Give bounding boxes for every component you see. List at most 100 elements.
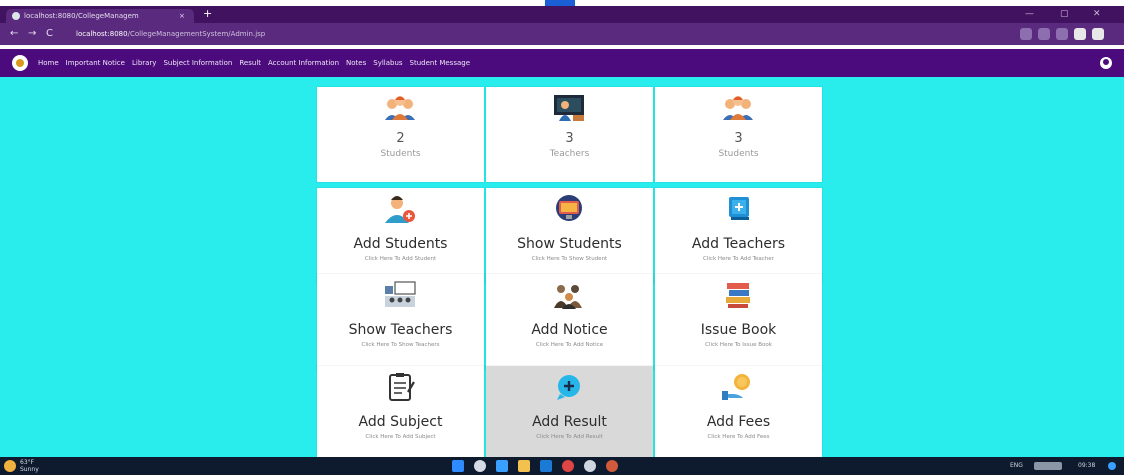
- app-icon[interactable]: [606, 460, 618, 472]
- card-hint: Click Here To Add Fees: [707, 434, 770, 440]
- weather-widget[interactable]: 63°F Sunny: [20, 459, 39, 473]
- card-title: Add Fees: [706, 414, 771, 430]
- card-hint: Click Here To Add Subject: [365, 434, 436, 440]
- close-window-button[interactable]: ✕: [1093, 6, 1101, 22]
- url-host: localhost:8080: [76, 30, 128, 38]
- user-avatar-icon[interactable]: [1100, 57, 1112, 69]
- add-subject-card[interactable]: Add Subject Click Here To Add Subject: [317, 366, 484, 461]
- stat-label: Teachers: [549, 149, 590, 159]
- address-bar: ← → C localhost:8080/CollegeManagementSy…: [0, 23, 1124, 45]
- card-hint: Click Here To Show Teachers: [361, 342, 440, 348]
- tab-title: localhost:8080/CollegeManagem: [24, 12, 139, 20]
- notice-icon: [554, 285, 582, 309]
- card-hint: Click Here To Add Result: [536, 434, 603, 440]
- back-icon[interactable]: ←: [10, 27, 18, 41]
- browser-titlebar: localhost:8080/CollegeManagem × + — ▢ ✕: [0, 6, 1124, 23]
- nav-subject-information[interactable]: Subject Information: [163, 49, 232, 77]
- nav-result[interactable]: Result: [239, 49, 261, 77]
- card-title: Show Students: [517, 236, 622, 252]
- nav-account-information[interactable]: Account Information: [268, 49, 339, 77]
- reload-icon[interactable]: C: [46, 27, 53, 41]
- card-title: Add Notice: [531, 322, 608, 338]
- weather-temp: 63°F: [20, 459, 35, 466]
- card-hint: Click Here To Add Student: [364, 256, 437, 262]
- teacher-icon: [554, 95, 584, 121]
- extension-icon[interactable]: [1074, 28, 1086, 40]
- stat-card-students[interactable]: 2 Students: [317, 87, 484, 182]
- clipboard-icon: [389, 373, 415, 401]
- card-title: Add Students: [353, 236, 448, 252]
- stat-label: Students: [380, 149, 421, 159]
- tab-close-icon[interactable]: ×: [179, 9, 185, 23]
- stat-value: 2: [396, 131, 405, 146]
- nav-notes[interactable]: Notes: [346, 49, 366, 77]
- forward-icon[interactable]: →: [28, 27, 36, 41]
- logo-icon[interactable]: [12, 55, 28, 71]
- monitor-icon: [556, 195, 582, 221]
- card-hint: Click Here To Add Notice: [535, 342, 604, 348]
- app-navbar: Home Important Notice Library Subject In…: [0, 49, 1124, 77]
- file-explorer-icon[interactable]: [518, 460, 530, 472]
- add-notice-card[interactable]: Add Notice Click Here To Add Notice: [486, 274, 653, 369]
- add-icon: [729, 197, 749, 220]
- profile-icon[interactable]: [1092, 28, 1104, 40]
- nav-important-notice[interactable]: Important Notice: [66, 49, 125, 77]
- add-teachers-card[interactable]: Add Teachers Click Here To Add Teacher: [655, 188, 822, 283]
- card-title: Add Result: [532, 414, 607, 430]
- show-teachers-card[interactable]: Show Teachers Click Here To Show Teacher…: [317, 274, 484, 369]
- stat-card-students-2[interactable]: 3 Students: [655, 87, 822, 182]
- share-icon[interactable]: [1056, 28, 1068, 40]
- edge-icon[interactable]: [496, 460, 508, 472]
- windows-start-icon[interactable]: [452, 460, 464, 472]
- classroom-icon: [385, 281, 416, 307]
- new-tab-button[interactable]: +: [203, 7, 212, 21]
- language-indicator[interactable]: ENG: [1010, 461, 1023, 471]
- card-title: Show Teachers: [348, 322, 453, 338]
- maximize-button[interactable]: ▢: [1060, 6, 1069, 22]
- key-icon[interactable]: [1020, 28, 1032, 40]
- weather-icon[interactable]: [4, 460, 16, 472]
- stat-label: Students: [718, 149, 759, 159]
- chrome-icon[interactable]: [562, 460, 574, 472]
- windows-taskbar: 63°F Sunny ENG 09:38: [0, 457, 1124, 475]
- url-path: /CollegeManagementSystem/Admin.jsp: [127, 30, 266, 38]
- stat-value: 3: [734, 131, 743, 146]
- search-icon[interactable]: [474, 460, 486, 472]
- students-icon: [723, 96, 753, 120]
- add-student-icon: [385, 196, 415, 223]
- add-result-card[interactable]: Add Result Click Here To Add Result: [486, 366, 653, 461]
- translate-icon[interactable]: [1038, 28, 1050, 40]
- card-title: Add Teachers: [691, 236, 786, 252]
- card-title: Add Subject: [358, 414, 443, 430]
- card-title: Issue Book: [700, 322, 777, 338]
- system-tray-icons[interactable]: [1034, 462, 1062, 470]
- chat-plus-icon: [557, 375, 580, 400]
- store-icon[interactable]: [540, 460, 552, 472]
- nav-library[interactable]: Library: [132, 49, 156, 77]
- issue-book-card[interactable]: Issue Book Click Here To Issue Book: [655, 274, 822, 369]
- stat-value: 3: [565, 131, 574, 146]
- dashboard-area: 2 Students 3 Teachers 3 Students Add Stu…: [0, 77, 1124, 461]
- nav-syllabus[interactable]: Syllabus: [373, 49, 402, 77]
- weather-desc: Sunny: [20, 466, 39, 473]
- coin-hand-icon: [722, 374, 750, 400]
- nav-menu: Home Important Notice Library Subject In…: [38, 49, 470, 77]
- clock[interactable]: 09:38: [1078, 461, 1095, 471]
- card-hint: Click Here To Issue Book: [705, 342, 772, 348]
- add-fees-card[interactable]: Add Fees Click Here To Add Fees: [655, 366, 822, 461]
- url-field[interactable]: localhost:8080/CollegeManagementSystem/A…: [76, 27, 456, 41]
- nav-home[interactable]: Home: [38, 49, 59, 77]
- minimize-button[interactable]: —: [1025, 6, 1034, 22]
- nav-student-message[interactable]: Student Message: [410, 49, 470, 77]
- stat-card-teachers[interactable]: 3 Teachers: [486, 87, 653, 182]
- card-hint: Click Here To Add Teacher: [703, 256, 774, 262]
- students-icon: [385, 96, 415, 120]
- settings-icon[interactable]: [584, 460, 596, 472]
- add-students-card[interactable]: Add Students Click Here To Add Student: [317, 188, 484, 283]
- card-hint: Click Here To Show Student: [531, 256, 608, 262]
- books-icon: [726, 283, 750, 308]
- browser-tab[interactable]: localhost:8080/CollegeManagem ×: [6, 9, 194, 23]
- show-students-card[interactable]: Show Students Click Here To Show Student: [486, 188, 653, 283]
- notification-icon[interactable]: [1108, 462, 1116, 470]
- favicon-icon: [12, 12, 20, 20]
